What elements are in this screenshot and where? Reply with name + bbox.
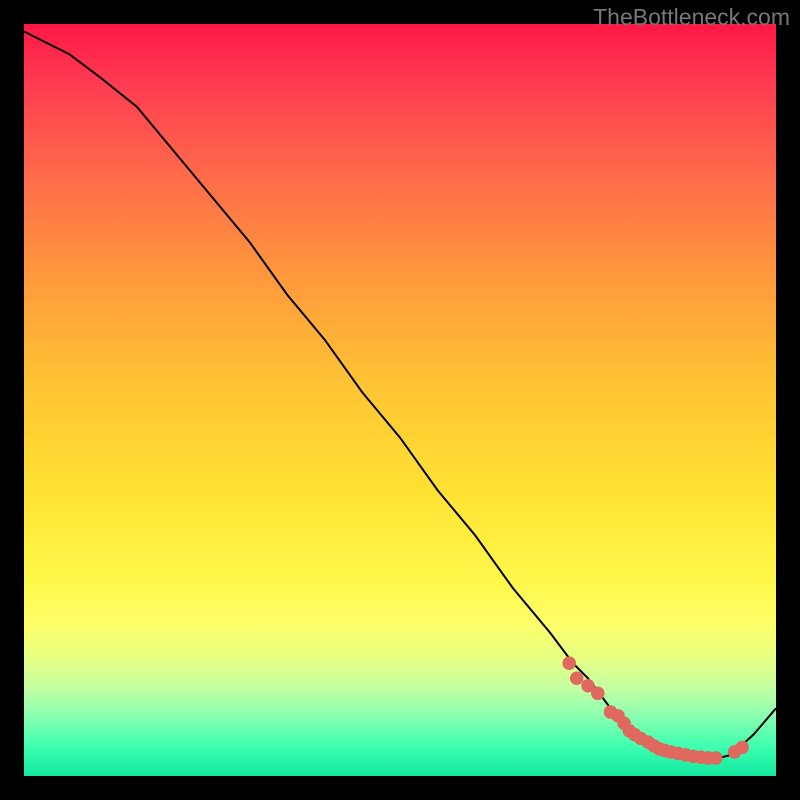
watermark-text: TheBottleneck.com xyxy=(593,4,790,31)
data-point xyxy=(562,656,576,670)
data-points-group xyxy=(562,656,748,764)
data-point xyxy=(591,687,605,701)
chart-svg xyxy=(24,24,776,776)
data-point xyxy=(570,671,584,685)
data-point xyxy=(735,741,749,755)
plot-area xyxy=(24,24,776,776)
bottleneck-curve xyxy=(24,32,776,759)
data-point xyxy=(709,751,723,765)
